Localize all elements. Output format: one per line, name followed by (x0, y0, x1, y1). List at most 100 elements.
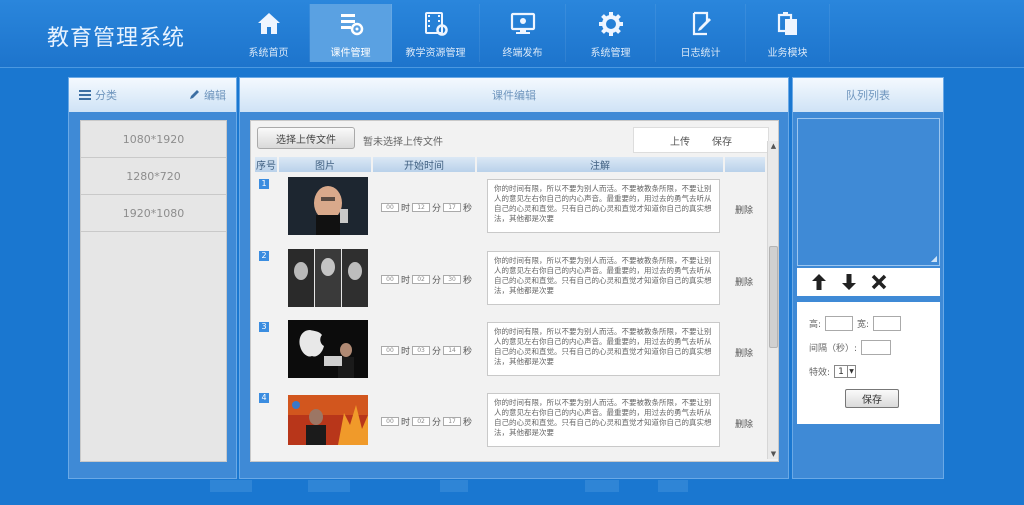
start-time: 00 时 03 分 14 秒 (381, 344, 472, 357)
interval-input[interactable] (861, 340, 892, 355)
nav-item-logs[interactable]: 日志统计 (656, 4, 746, 62)
move-up-icon[interactable] (811, 273, 827, 291)
resolution-item[interactable]: 1280*720 (81, 158, 226, 195)
second-input[interactable]: 17 (443, 417, 462, 426)
upload-tab[interactable]: 上传 (670, 133, 690, 148)
decor-block (585, 480, 619, 492)
queue-list[interactable]: ◢ (797, 118, 940, 266)
height-input[interactable] (825, 316, 854, 331)
column-header-blank (725, 157, 765, 172)
nav-item-business[interactable]: 业务模块 (746, 4, 830, 62)
nav-item-system[interactable]: 系统管理 (566, 4, 656, 62)
second-unit: 秒 (463, 347, 473, 357)
editor-area: 选择上传文件 暂未选择上传文件 上传 保存 序号 图片 开始时间 注解 1 00 (250, 120, 779, 462)
category-label: 分类 (95, 89, 117, 102)
annotation-textarea[interactable]: 你的时间有限，所以不要为别人而活。不要被教条所限，不要让别人的意见左右你自己的内… (487, 322, 720, 376)
resolution-item[interactable]: 1920*1080 (81, 195, 226, 232)
effect-value: 1 (838, 366, 844, 377)
second-input[interactable]: 30 (443, 275, 462, 284)
nav-label: 教学资源管理 (405, 48, 466, 59)
panel-title: 队列列表 (846, 89, 890, 102)
module-copy-icon (777, 12, 797, 35)
minute-input[interactable]: 02 (412, 275, 431, 284)
minute-input[interactable]: 02 (412, 417, 431, 426)
annotation-textarea[interactable]: 你的时间有限，所以不要为别人而活。不要被教条所限，不要让别人的意见左右你自己的内… (487, 393, 720, 447)
row-index: 2 (259, 251, 269, 261)
delete-button[interactable]: 删除 (735, 203, 753, 216)
effect-label: 特效: (809, 368, 831, 378)
annotation-textarea[interactable]: 你的时间有限，所以不要为别人而活。不要被教条所限，不要让别人的意见左右你自己的内… (487, 179, 720, 233)
minute-unit: 分 (432, 418, 442, 428)
slide-image[interactable] (288, 391, 368, 449)
scroll-thumb[interactable] (769, 246, 778, 348)
second-unit: 秒 (463, 204, 473, 214)
minute-input[interactable]: 12 (412, 203, 431, 212)
editor-scrollbar[interactable]: ▲ ▼ (767, 141, 778, 459)
save-tab[interactable]: 保存 (712, 133, 732, 148)
save-button[interactable]: 保存 (845, 389, 899, 408)
table-header: 序号 图片 开始时间 注解 (255, 157, 765, 172)
width-label: 宽: (857, 320, 870, 330)
minute-input[interactable]: 03 (412, 346, 431, 355)
annotation-textarea[interactable]: 你的时间有限，所以不要为别人而活。不要被教条所限，不要让别人的意见左右你自己的内… (487, 251, 720, 305)
effect-row: 特效: 1 ▼ (809, 365, 857, 378)
interval-row: 间隔（秒）: (809, 340, 892, 355)
nav-item-courseware[interactable]: 课件管理 (310, 4, 392, 62)
choose-upload-file-button[interactable]: 选择上传文件 (257, 127, 355, 149)
minute-unit: 分 (432, 204, 442, 214)
category-list-icon (79, 90, 91, 100)
scroll-up-icon[interactable]: ▲ (768, 141, 778, 151)
edit-category-button[interactable]: 编辑 (188, 87, 226, 103)
delete-button[interactable]: 删除 (735, 417, 753, 430)
hour-input[interactable]: 00 (381, 417, 399, 426)
category-toggle[interactable]: 分类 (79, 87, 117, 103)
minute-unit: 分 (432, 347, 442, 357)
row-index: 1 (259, 179, 269, 189)
app-title: 教育管理系统 (47, 26, 186, 51)
effect-select[interactable]: 1 ▼ (834, 365, 857, 378)
table-row: 1 00 时 12 分 17 秒 你的时间有限，所以不要为别人而活。不要被教条所… (255, 177, 763, 239)
chevron-down-icon: ▼ (847, 366, 855, 377)
gear-icon (598, 12, 623, 36)
resolution-item[interactable]: 1080*1920 (81, 121, 226, 158)
hour-unit: 时 (401, 418, 411, 428)
scroll-down-icon[interactable]: ▼ (768, 449, 778, 459)
top-bar: 教育管理系统 系统首页 课件管理 教学资源管理 终端发布 系统管理 日志统计 业… (0, 0, 1024, 68)
hour-input[interactable]: 00 (381, 346, 399, 355)
width-input[interactable] (873, 316, 902, 331)
column-header: 开始时间 (373, 157, 475, 172)
second-input[interactable]: 14 (443, 346, 462, 355)
nav-label: 课件管理 (330, 48, 371, 59)
delete-button[interactable]: 删除 (735, 275, 753, 288)
table-row: 4 00 时 02 分 17 秒 你的时间有限，所以不要为别人而活。不要被教条所… (255, 391, 763, 453)
slide-image[interactable] (288, 249, 368, 307)
category-panel-header: 分类 编辑 (69, 78, 236, 112)
pencil-icon (190, 90, 199, 99)
close-icon[interactable] (871, 273, 887, 291)
second-input[interactable]: 17 (443, 203, 462, 212)
queue-actions (797, 268, 940, 296)
nav-label: 终端发布 (502, 48, 543, 59)
nav-item-terminal[interactable]: 终端发布 (480, 4, 566, 62)
courseware-settings-icon (340, 14, 363, 36)
move-down-icon[interactable] (841, 273, 857, 291)
category-panel: 分类 编辑 1080*1920 1280*720 1920*1080 (68, 77, 237, 479)
hour-input[interactable]: 00 (381, 275, 399, 284)
queue-panel-header: 队列列表 (793, 78, 943, 112)
nav-item-home[interactable]: 系统首页 (228, 4, 310, 62)
delete-button[interactable]: 删除 (735, 346, 753, 359)
size-row: 高: 宽: (809, 316, 902, 331)
column-header: 图片 (279, 157, 371, 172)
courseware-editor-panel: 课件编辑 选择上传文件 暂未选择上传文件 上传 保存 序号 图片 开始时间 注解… (239, 77, 789, 479)
queue-settings: 高: 宽: 间隔（秒）: 特效: 1 ▼ 保存 (797, 302, 940, 424)
start-time: 00 时 12 分 17 秒 (381, 201, 472, 214)
table-row: 2 00 时 02 分 30 秒 你的时间有限，所以不要为别人而活。不要被教条所… (255, 249, 763, 311)
slide-image[interactable] (288, 320, 368, 378)
resize-grip-icon[interactable]: ◢ (931, 254, 937, 263)
edit-label: 编辑 (204, 89, 226, 102)
hour-unit: 时 (401, 276, 411, 286)
start-time: 00 时 02 分 30 秒 (381, 273, 472, 286)
nav-item-resources[interactable]: 教学资源管理 (392, 4, 480, 62)
hour-input[interactable]: 00 (381, 203, 399, 212)
slide-image[interactable] (288, 177, 368, 235)
